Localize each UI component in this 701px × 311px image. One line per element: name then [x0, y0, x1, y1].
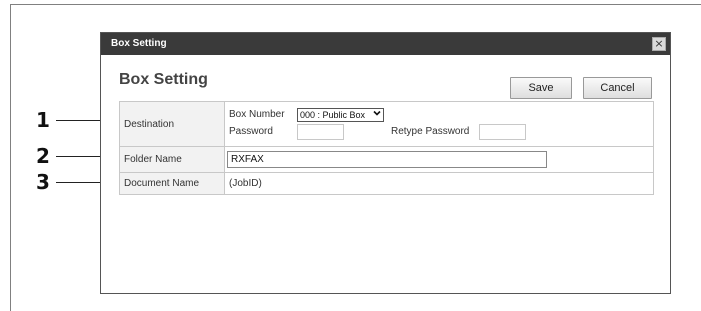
dialog-titlebar[interactable]: Box Setting × — [101, 33, 670, 55]
box-number-label: Box Number — [229, 109, 285, 120]
close-button[interactable]: × — [652, 37, 666, 51]
folder-name-label: Folder Name — [119, 146, 225, 173]
box-setting-form: Destination Box Number 000 : Public Box … — [119, 101, 654, 195]
frame-top-border — [10, 4, 701, 5]
save-button[interactable]: Save — [510, 77, 572, 99]
box-number-value: 000 : Public Box — [300, 110, 366, 120]
callout-3: 3 — [36, 170, 50, 194]
destination-cell: Box Number 000 : Public Box Password Ret… — [224, 101, 654, 147]
password-label: Password — [229, 126, 273, 137]
password-input[interactable] — [297, 124, 344, 140]
box-setting-dialog: Box Setting × Box Setting Save Cancel De… — [100, 32, 671, 294]
box-number-select[interactable]: 000 : Public Box — [297, 108, 384, 122]
page-title: Box Setting — [119, 71, 208, 88]
document-name-value: (JobID) — [229, 178, 262, 189]
folder-name-row: Folder Name RXFAX — [119, 146, 654, 173]
callout-2: 2 — [36, 144, 50, 168]
document-name-label: Document Name — [119, 172, 225, 195]
dialog-window-title: Box Setting — [111, 38, 167, 49]
retype-password-label: Retype Password — [391, 126, 470, 137]
frame-left-border — [10, 4, 11, 311]
document-name-row: Document Name (JobID) — [119, 172, 654, 195]
cancel-button[interactable]: Cancel — [583, 77, 652, 99]
close-icon: × — [654, 37, 664, 50]
destination-label: Destination — [119, 101, 225, 147]
retype-password-input[interactable] — [479, 124, 526, 140]
document-name-cell: (JobID) — [224, 172, 654, 195]
chevron-down-icon — [373, 109, 381, 121]
destination-row: Destination Box Number 000 : Public Box … — [119, 101, 654, 147]
folder-name-input[interactable]: RXFAX — [227, 151, 547, 168]
callout-1: 1 — [36, 108, 50, 132]
folder-name-cell: RXFAX — [224, 146, 654, 173]
